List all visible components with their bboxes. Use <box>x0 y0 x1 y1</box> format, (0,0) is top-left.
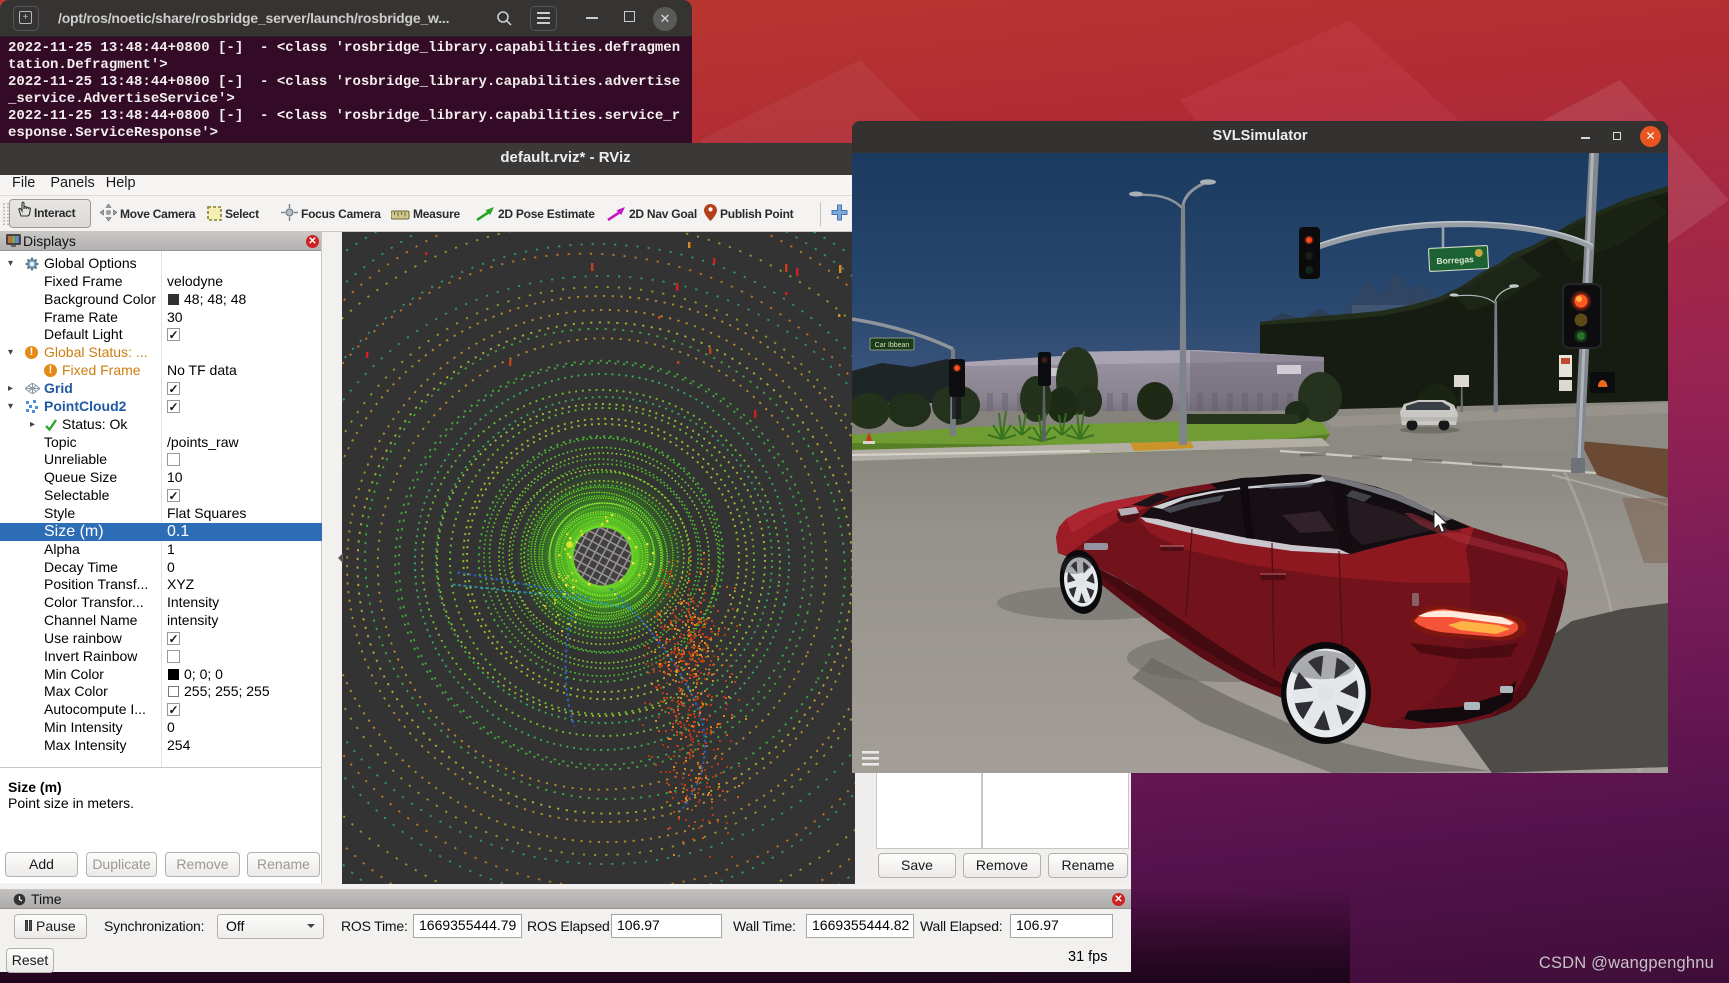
svg-text:Car Ibbean: Car Ibbean <box>875 342 910 349</box>
svg-text:Borregas: Borregas <box>1436 254 1474 266</box>
